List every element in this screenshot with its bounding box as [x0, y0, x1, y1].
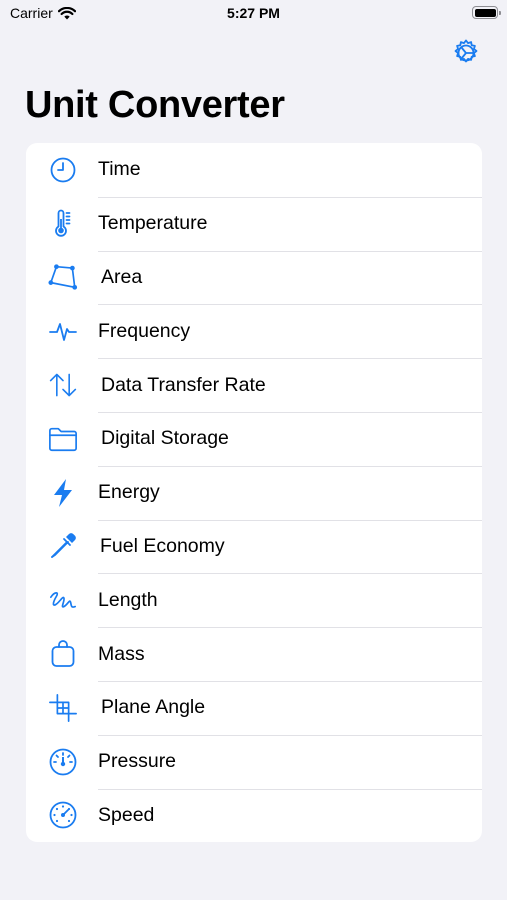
category-row-fuel-economy[interactable]: Fuel Economy [26, 519, 482, 574]
category-label: Speed [98, 803, 155, 826]
category-label: Plane Angle [101, 696, 206, 719]
settings-button[interactable] [450, 37, 482, 69]
category-row-pressure[interactable]: Pressure [26, 734, 482, 789]
bag-icon [48, 639, 78, 669]
gauge-icon [48, 747, 78, 777]
category-row-digital-storage[interactable]: Digital Storage [26, 411, 482, 466]
category-label: Data Transfer Rate [101, 373, 266, 396]
category-label: Energy [98, 481, 160, 504]
category-row-length[interactable]: Length [26, 573, 482, 627]
category-label: Time [98, 158, 141, 181]
category-label: Temperature [98, 212, 208, 235]
gear-icon [450, 37, 482, 69]
bolt-icon [48, 478, 78, 508]
category-row-plane-angle[interactable]: Plane Angle [26, 680, 482, 735]
category-label: Area [101, 265, 143, 288]
status-bar: Carrier 5:27 PM [0, 0, 507, 30]
category-label: Mass [98, 642, 145, 665]
category-label: Digital Storage [101, 427, 229, 450]
thermometer-icon [48, 209, 78, 239]
clock-icon [48, 155, 78, 185]
folder-icon [48, 424, 78, 454]
category-row-time[interactable]: Time [26, 143, 482, 197]
category-label: Frequency [98, 319, 191, 342]
category-label: Length [98, 588, 158, 611]
category-row-data-transfer-rate[interactable]: Data Transfer Rate [26, 358, 482, 412]
scribble-icon [48, 585, 78, 615]
category-row-frequency[interactable]: Frequency [26, 304, 482, 358]
polygon-icon [48, 262, 78, 292]
category-row-energy[interactable]: Energy [26, 465, 482, 520]
speedometer-icon [48, 800, 78, 830]
category-row-area[interactable]: Area [26, 250, 482, 305]
category-row-speed[interactable]: Speed [26, 788, 482, 843]
category-list: Time Temperature Area Frequency Data Tra… [26, 143, 482, 843]
crop-angle-icon [48, 693, 78, 723]
category-label: Pressure [98, 750, 177, 773]
status-time: 5:27 PM [227, 5, 280, 21]
eyedropper-icon [48, 531, 78, 561]
category-row-temperature[interactable]: Temperature [26, 196, 482, 251]
page-title: Unit Converter [25, 84, 285, 126]
battery-icon [472, 6, 501, 19]
category-row-mass[interactable]: Mass [26, 627, 482, 681]
category-label: Fuel Economy [100, 534, 225, 557]
waveform-icon [48, 316, 78, 346]
arrows-up-down-icon [48, 370, 78, 400]
